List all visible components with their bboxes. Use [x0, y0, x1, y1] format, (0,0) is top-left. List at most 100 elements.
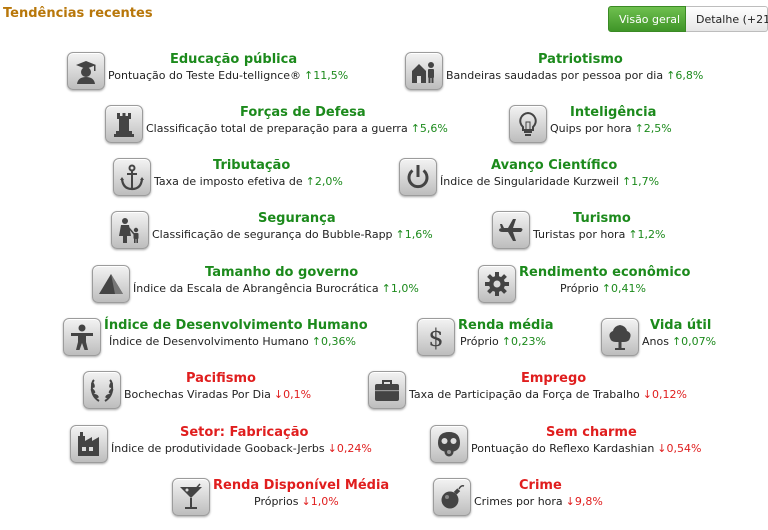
trend-title: Rendimento econômico: [519, 265, 691, 280]
bomb-icon: [433, 478, 471, 516]
trend-change: ↓0,12%: [642, 388, 687, 401]
trend-item-vida-util[interactable]: Vida útil Anos ↑0,07%: [601, 318, 731, 362]
trend-desc: Pontuação do Teste Edu-tellignce® ↑11,5%: [108, 69, 349, 82]
trend-change: ↑0,36%: [311, 335, 356, 348]
trend-title: Turismo: [573, 211, 631, 226]
trend-title: Setor: Fabricação: [180, 425, 309, 440]
trend-desc: Índice de produtividade Gooback-Jerbs ↓0,…: [111, 442, 372, 455]
trend-item-patriotismo[interactable]: Patriotismo Bandeiras saudadas por pesso…: [405, 52, 715, 96]
trend-item-avanco-cientifico[interactable]: Avanço Científico Índice de Singularidad…: [399, 158, 679, 202]
trend-desc: Anos ↑0,07%: [642, 335, 717, 348]
trend-desc: Próprio ↑0,41%: [560, 282, 646, 295]
power-icon: [399, 158, 437, 196]
trend-title: Índice de Desenvolvimento Humano: [104, 318, 368, 333]
section-title: Tendências recentes: [3, 6, 153, 21]
gas-mask-icon: [430, 425, 468, 463]
trend-item-sem-charme[interactable]: Sem charme Pontuação do Reflexo Kardashi…: [430, 425, 730, 469]
house-person-icon: [405, 52, 443, 90]
trend-change: ↓1,0%: [301, 495, 339, 508]
briefcase-icon: [368, 371, 406, 409]
trend-item-tamanho-do-governo[interactable]: Tamanho do governo Índice da Escala de A…: [92, 265, 442, 309]
trend-change: ↑5,6%: [410, 122, 448, 135]
castle-rook-icon: [105, 105, 143, 143]
trend-title: Patriotismo: [538, 52, 623, 67]
trend-item-turismo[interactable]: Turismo Turistas por hora ↑1,2%: [492, 211, 682, 255]
trend-title: Renda média: [458, 318, 554, 333]
pyramid-icon: [92, 265, 130, 303]
parent-child-icon: [111, 211, 149, 249]
trend-change: ↓0,1%: [273, 388, 312, 401]
trend-desc: Classificação de segurança do Bubble-Rap…: [152, 228, 433, 241]
trend-change: ↑0,23%: [501, 335, 546, 348]
trend-title: Emprego: [521, 371, 587, 386]
trend-change: ↑1,7%: [621, 175, 660, 188]
cocktail-glass-icon: [172, 478, 210, 516]
trend-title: Segurança: [258, 211, 336, 226]
trend-item-tributacao[interactable]: Tributação Taxa de imposto efetiva de ↑2,…: [113, 158, 363, 202]
trend-desc: Crimes por hora ↓9,8%: [474, 495, 603, 508]
trend-item-rendimento-economico[interactable]: Rendimento econômico Próprio ↑0,41%: [478, 265, 698, 309]
trend-change: ↓0,54%: [657, 442, 702, 455]
trend-title: Inteligência: [570, 105, 657, 120]
trend-item-setor-fabricacao[interactable]: Setor: Fabricação Índice de produtividad…: [70, 425, 390, 469]
trend-item-educacao-publica[interactable]: Educação pública Pontuação do Teste Edu-…: [67, 52, 367, 96]
graduate-icon: [67, 52, 105, 90]
trend-change: ↑2,5%: [634, 122, 672, 135]
trend-desc: Índice da Escala de Abrangência Burocrát…: [133, 282, 419, 295]
trend-change: ↑1,0%: [381, 282, 419, 295]
factory-icon: [70, 425, 108, 463]
trend-desc: Taxa de Participação da Força de Trabalh…: [409, 388, 687, 401]
trend-item-pacifismo[interactable]: Pacifismo Bochechas Viradas Por Dia ↓0,1%: [83, 371, 343, 415]
trend-desc: Bandeiras saudadas por pessoa por dia ↑6,…: [446, 69, 704, 82]
trend-title: Vida útil: [650, 318, 712, 333]
trend-item-inteligencia[interactable]: Inteligência Quips por hora ↑2,5%: [509, 105, 709, 149]
trend-desc: Classificação total de preparação para a…: [146, 122, 448, 135]
trend-change: ↑0,07%: [671, 335, 717, 348]
trend-item-renda-disponivel-media[interactable]: Renda Disponível Média Próprios ↓1,0%: [172, 478, 402, 522]
trend-title: Tributação: [213, 158, 291, 173]
trend-title: Educação pública: [170, 52, 298, 67]
trend-title: Avanço Científico: [491, 158, 618, 173]
tree-icon: [601, 318, 639, 356]
view-tabs: Visão geral Detalhe (+21): [608, 6, 768, 32]
trend-desc: Próprio ↑0,23%: [460, 335, 546, 348]
trend-title: Crime: [519, 478, 562, 493]
trend-change: ↑1,2%: [628, 228, 666, 241]
trend-item-crime[interactable]: Crime Crimes por hora ↓9,8%: [433, 478, 623, 522]
trend-desc: Índice de Singularidade Kurzweil ↑1,7%: [440, 175, 660, 188]
trend-desc: Turistas por hora ↑1,2%: [533, 228, 666, 241]
trend-change: ↓0,24%: [327, 442, 372, 455]
trend-title: Renda Disponível Média: [213, 478, 390, 493]
trend-change: ↑0,41%: [601, 282, 646, 295]
svg-text:$: $: [428, 324, 443, 351]
trend-change: ↓9,8%: [565, 495, 603, 508]
tab-overview[interactable]: Visão geral: [608, 6, 686, 32]
light-bulb-icon: [509, 105, 547, 143]
trend-desc: Próprios ↓1,0%: [254, 495, 339, 508]
trend-item-forcas-de-defesa[interactable]: Forças de Defesa Classificação total de …: [105, 105, 465, 149]
trend-title: Pacifismo: [186, 371, 256, 386]
trend-title: Forças de Defesa: [240, 105, 366, 120]
trend-item-idh[interactable]: Índice de Desenvolvimento Humano Índice …: [63, 318, 373, 362]
trend-desc: Quips por hora ↑2,5%: [550, 122, 672, 135]
dollar-icon: $: [417, 318, 455, 356]
gear-icon: [478, 265, 516, 303]
airplane-icon: [492, 211, 530, 249]
person-icon: [63, 318, 101, 356]
trend-change: ↑2,0%: [305, 175, 343, 188]
trend-change: ↑11,5%: [304, 69, 349, 82]
trend-change: ↑1,6%: [395, 228, 433, 241]
laurel-wreath-icon: [83, 371, 121, 409]
trend-desc: Bochechas Viradas Por Dia ↓0,1%: [124, 388, 312, 401]
trend-title: Tamanho do governo: [205, 265, 359, 280]
trend-item-renda-media[interactable]: $ Renda média Próprio ↑0,23%: [417, 318, 567, 362]
trend-desc: Pontuação do Reflexo Kardashian ↓0,54%: [471, 442, 702, 455]
trend-desc: Taxa de imposto efetiva de ↑2,0%: [154, 175, 343, 188]
trend-desc: Índice de Desenvolvimento Humano ↑0,36%: [109, 335, 356, 348]
trend-item-seguranca[interactable]: Segurança Classificação de segurança do …: [111, 211, 451, 255]
trend-title: Sem charme: [546, 425, 637, 440]
trend-change: ↑6,8%: [666, 69, 704, 82]
anchor-icon: [113, 158, 151, 196]
trend-item-emprego[interactable]: Emprego Taxa de Participação da Força de…: [368, 371, 708, 415]
tab-detail[interactable]: Detalhe (+21): [686, 6, 768, 32]
